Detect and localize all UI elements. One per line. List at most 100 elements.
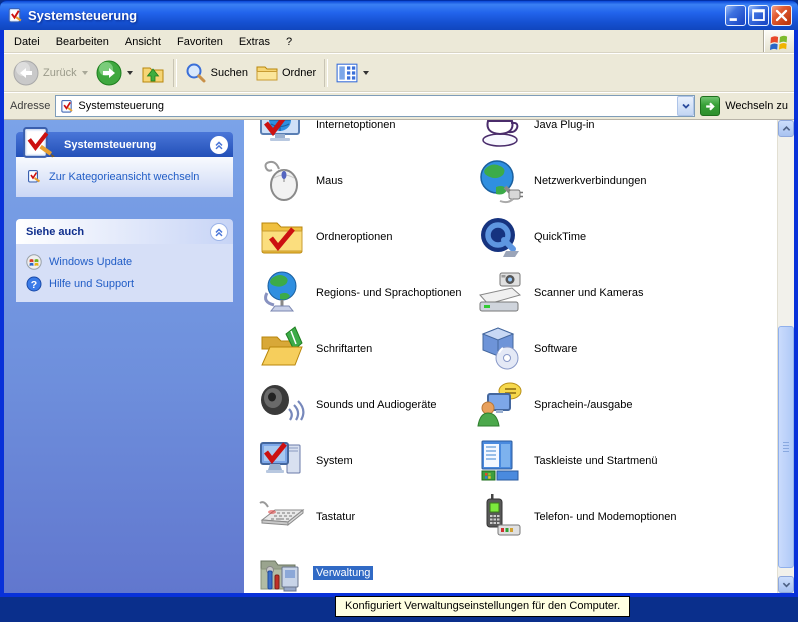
panel-see-also-title: Siehe auch <box>26 226 84 238</box>
item-label: Maus <box>313 174 346 188</box>
address-dropdown-button[interactable] <box>677 96 694 116</box>
scroll-down-button[interactable] <box>778 576 794 593</box>
internet-options-icon <box>258 120 306 149</box>
menu-item[interactable]: Extras <box>231 33 278 51</box>
software-icon <box>476 325 524 373</box>
panel-control-title: Systemsteuerung <box>64 139 156 151</box>
control-panel-item[interactable]: Telefon- und Modemoptionen <box>476 489 769 545</box>
control-panel-items: Internetoptionen Java Plug-in Maus Netzwerk… <box>258 120 769 593</box>
item-label: Sprachein-/ausgabe <box>531 398 635 412</box>
menu-logo-area <box>763 30 794 53</box>
control-panel-icon <box>6 7 23 24</box>
address-combobox[interactable]: Systemsteuerung <box>55 95 695 117</box>
go-label: Wechseln zu <box>725 100 788 112</box>
folder-options-icon <box>258 213 306 261</box>
item-label: Schriftarten <box>313 342 375 356</box>
menu-bar-items: DateiBearbeitenAnsichtFavoritenExtras? <box>4 30 763 53</box>
task-link-label: Hilfe und Support <box>49 278 134 290</box>
menu-item[interactable]: Ansicht <box>117 33 169 51</box>
task-link[interactable]: Windows Update <box>22 251 227 273</box>
collapse-chevron-icon[interactable] <box>210 223 228 241</box>
mouse-icon <box>258 157 306 205</box>
content-area: Systemsteuerung Zur Kategorieansicht wec… <box>4 120 794 593</box>
item-label-selected: Verwaltung <box>313 566 373 580</box>
control-panel-item[interactable]: System <box>258 433 476 489</box>
forward-dropdown-caret <box>127 71 133 75</box>
views-dropdown-caret <box>363 71 369 75</box>
back-label: Zurück <box>43 67 77 79</box>
control-panel-item[interactable]: Ordneroptionen <box>258 209 476 265</box>
toolbar-separator <box>173 59 177 87</box>
control-panel-item[interactable]: Netzwerkverbindungen <box>476 153 769 209</box>
menu-item[interactable]: Datei <box>6 33 48 51</box>
control-panel-item[interactable]: Internetoptionen <box>258 120 476 153</box>
go-button[interactable] <box>700 96 720 116</box>
back-dropdown-caret <box>82 71 88 75</box>
phone-modem-icon <box>476 493 524 541</box>
window-title: Systemsteuerung <box>28 8 720 23</box>
windows-update-icon <box>26 254 42 270</box>
scroll-up-button[interactable] <box>778 120 794 137</box>
panel-control-panel: Systemsteuerung Zur Kategorieansicht wec… <box>16 132 233 197</box>
collapse-chevron-icon[interactable] <box>210 136 228 154</box>
control-panel-item[interactable]: Maus <box>258 153 476 209</box>
minimize-button[interactable] <box>725 5 746 26</box>
item-label: Taskleiste und Startmenü <box>531 454 661 468</box>
views-icon <box>336 62 358 84</box>
menu-item[interactable]: Favoriten <box>169 33 231 51</box>
tooltip: Konfiguriert Verwaltungseinstellungen fü… <box>335 596 630 617</box>
control-panel-item[interactable]: Verwaltung <box>258 545 476 593</box>
fonts-icon <box>258 325 306 373</box>
menu-item[interactable]: Bearbeiten <box>48 33 117 51</box>
menu-bar: DateiBearbeitenAnsichtFavoritenExtras? <box>4 30 794 53</box>
up-button[interactable] <box>137 60 169 86</box>
item-label: Tastatur <box>313 510 358 524</box>
panel-see-also-header[interactable]: Siehe auch <box>16 219 233 244</box>
item-label: Software <box>531 342 580 356</box>
control-panel-item[interactable]: Tastatur <box>258 489 476 545</box>
maximize-button[interactable] <box>748 5 769 26</box>
item-label: Regions- und Sprachoptionen <box>313 286 465 300</box>
folders-icon <box>256 62 278 84</box>
windows-logo-icon <box>769 33 789 51</box>
scrollbar-thumb[interactable] <box>778 326 794 568</box>
item-label: Java Plug-in <box>531 120 598 132</box>
folders-button[interactable]: Ordner <box>252 61 320 85</box>
control-panel-item[interactable]: Java Plug-in <box>476 120 769 153</box>
control-panel-item[interactable]: Sprachein-/ausgabe <box>476 377 769 433</box>
network-connections-icon <box>476 157 524 205</box>
control-panel-item[interactable]: Schriftarten <box>258 321 476 377</box>
item-label: Sounds und Audiogeräte <box>313 398 440 412</box>
search-button[interactable]: Suchen <box>181 61 252 85</box>
control-panel-item[interactable]: Regions- und Sprachoptionen <box>258 265 476 321</box>
help-icon: ? <box>26 276 42 292</box>
control-panel-item[interactable]: Taskleiste und Startmenü <box>476 433 769 489</box>
close-button[interactable] <box>771 5 792 26</box>
speech-icon <box>476 381 524 429</box>
control-panel-item[interactable]: Software <box>476 321 769 377</box>
back-button[interactable]: Zurück <box>9 59 92 87</box>
panel-control-links: Zur Kategorieansicht wechseln <box>16 157 233 197</box>
search-icon <box>185 62 207 84</box>
item-label: QuickTime <box>531 230 589 244</box>
menu-item[interactable]: ? <box>278 33 300 51</box>
control-panel-item[interactable]: Sounds und Audiogeräte <box>258 377 476 433</box>
task-pane-sidebar: Systemsteuerung Zur Kategorieansicht wec… <box>4 120 244 593</box>
forward-button[interactable] <box>92 59 137 87</box>
sounds-audio-icon <box>258 381 306 429</box>
taskbar-startmenu-icon <box>476 437 524 485</box>
window-controls <box>725 5 792 26</box>
panel-see-also: Siehe auch Windows Update? Hilfe und Supp… <box>16 219 233 302</box>
system-icon <box>258 437 306 485</box>
control-panel-item[interactable]: QuickTime <box>476 209 769 265</box>
panel-see-also-links: Windows Update? Hilfe und Support <box>16 244 233 302</box>
task-link[interactable]: ? Hilfe und Support <box>22 273 227 295</box>
task-link[interactable]: Zur Kategorieansicht wechseln <box>22 166 227 188</box>
search-label: Suchen <box>211 67 248 79</box>
control-panel-item[interactable]: Scanner und Kameras <box>476 265 769 321</box>
views-button[interactable] <box>332 61 373 85</box>
forward-icon <box>96 60 122 86</box>
window-frame: DateiBearbeitenAnsichtFavoritenExtras? Z… <box>0 30 798 597</box>
scrollbar-track[interactable] <box>778 137 794 576</box>
regional-options-icon <box>258 269 306 317</box>
